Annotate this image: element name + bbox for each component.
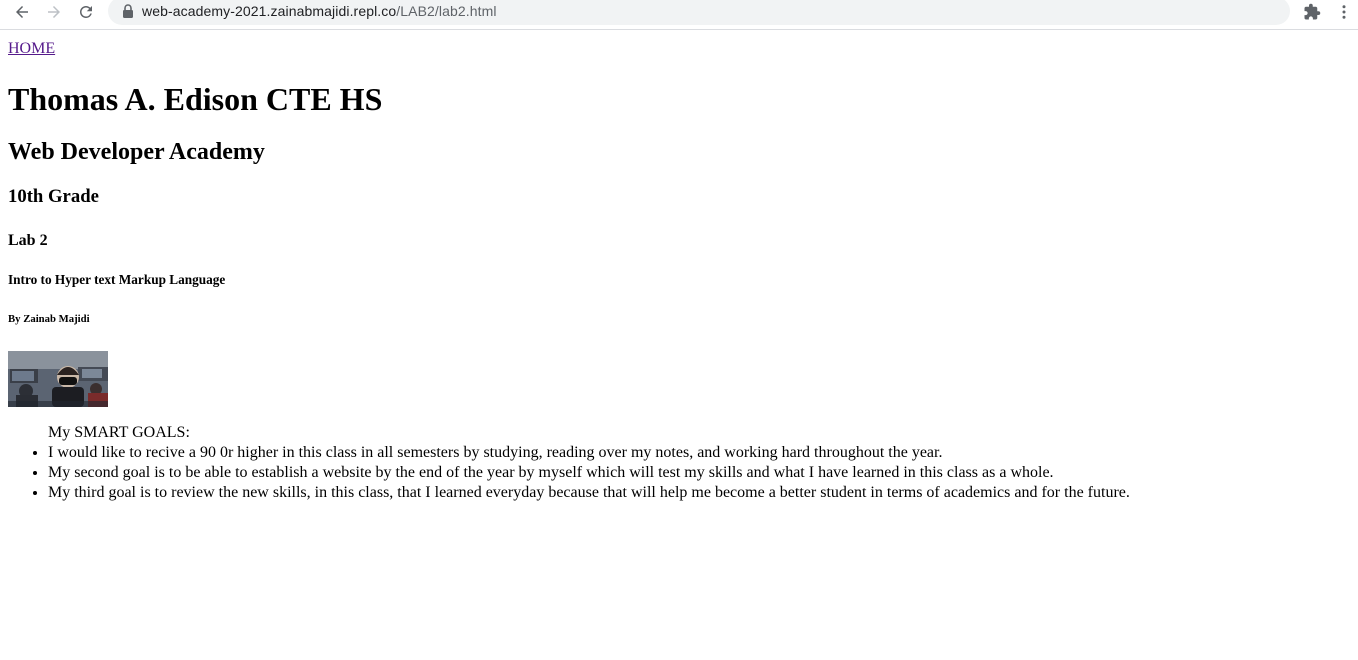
academy-title: Web Developer Academy	[8, 139, 265, 165]
forward-button[interactable]	[40, 0, 68, 24]
school-title: Thomas A. Edison CTE HS	[8, 81, 383, 117]
reload-button[interactable]	[72, 0, 100, 24]
arrow-right-icon	[48, 6, 60, 18]
back-button[interactable]	[8, 0, 36, 24]
grade-heading: 10th Grade	[8, 186, 99, 207]
kebab-menu-icon	[1342, 5, 1346, 19]
browser-menu-button[interactable]	[1330, 0, 1358, 24]
browser-toolbar: web-academy-2021.zainabmajidi.repl.co/LA…	[0, 0, 1358, 30]
lab-heading: Lab 2	[8, 232, 48, 249]
puzzle-piece-icon	[1304, 3, 1321, 20]
url-host: web-academy-2021.zainabmajidi.repl.co	[142, 3, 397, 19]
lock-icon[interactable]	[121, 4, 135, 18]
goal-item: My third goal is to review the new skill…	[48, 483, 1130, 503]
goals-list: I would like to recive a 90 0r higher in…	[8, 443, 1130, 503]
goal-item: My second goal is to be able to establis…	[48, 463, 1130, 483]
goals-title: My SMART GOALS:	[48, 424, 190, 441]
arrow-left-icon	[16, 6, 28, 18]
page-content: HOME Thomas A. Edison CTE HS Web Develop…	[0, 31, 1358, 660]
reload-icon	[80, 5, 92, 18]
url-path: /LAB2/lab2.html	[396, 3, 497, 19]
home-link[interactable]: HOME	[8, 40, 55, 58]
goal-item: I would like to recive a 90 0r higher in…	[48, 443, 1130, 463]
author-byline: By Zainab Majidi	[8, 313, 90, 325]
extensions-button[interactable]	[1298, 0, 1326, 24]
lab-subtitle: Intro to Hyper text Markup Language	[8, 272, 226, 287]
url-text[interactable]: web-academy-2021.zainabmajidi.repl.co/LA…	[142, 4, 497, 18]
address-bar[interactable]: web-academy-2021.zainabmajidi.repl.co/LA…	[108, 0, 1290, 25]
student-photo	[8, 351, 108, 407]
